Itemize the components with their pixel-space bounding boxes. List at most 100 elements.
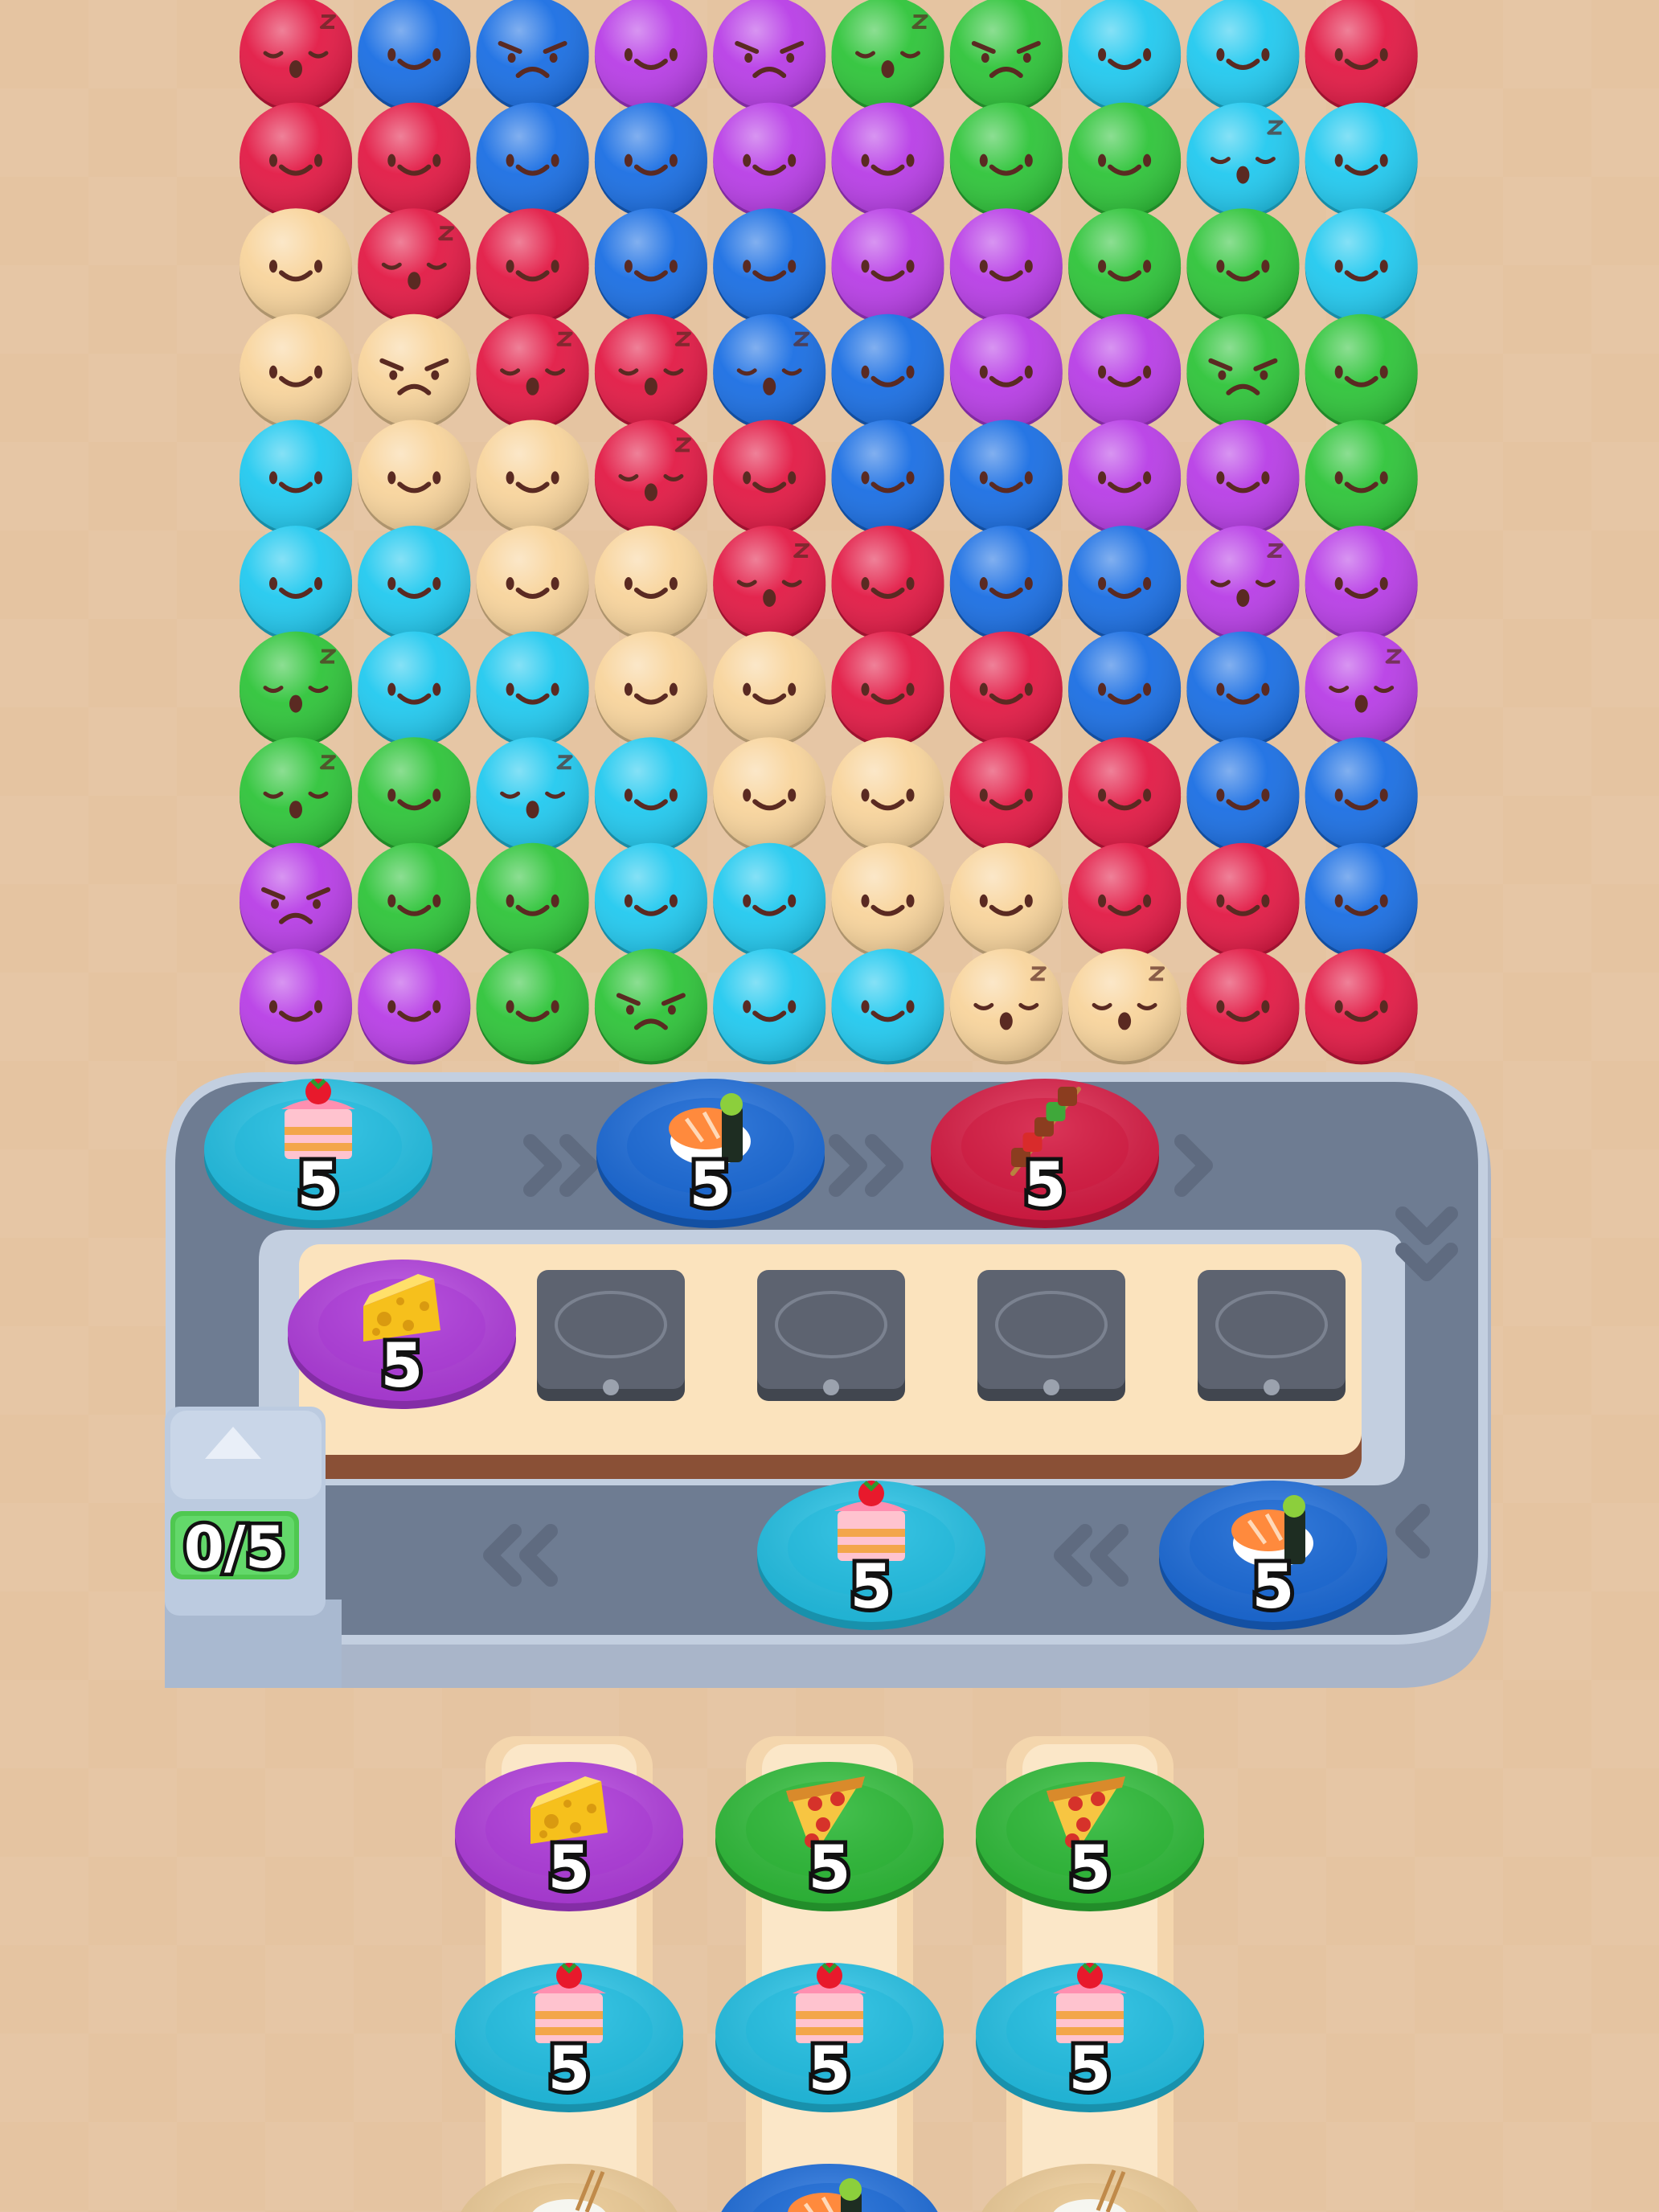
queue-plate-1-1[interactable]: 5 xyxy=(455,1762,683,1911)
ball-yellow-smile[interactable] xyxy=(240,313,352,430)
ball-green-smile[interactable] xyxy=(358,842,471,959)
ball-red-smile[interactable] xyxy=(476,208,589,325)
ball-red-smile[interactable] xyxy=(831,526,944,641)
ball-blue-smile[interactable] xyxy=(358,0,471,113)
ball-blue-smile[interactable] xyxy=(949,526,1063,641)
ball-purple-smile[interactable] xyxy=(594,0,707,113)
ball-blue-smile[interactable] xyxy=(1305,737,1418,854)
tray-plate-1[interactable]: 5 xyxy=(288,1260,516,1409)
ball-cyan-sleepy[interactable] xyxy=(476,737,589,854)
ball-red-smile[interactable] xyxy=(1186,842,1300,959)
ball-red-smile[interactable] xyxy=(1305,0,1418,113)
ball-blue-smile[interactable] xyxy=(594,208,707,325)
ball-red-sleepy[interactable] xyxy=(594,313,707,430)
ball-green-smile[interactable] xyxy=(949,102,1063,219)
ball-red-sleepy[interactable] xyxy=(358,208,471,325)
queue-plate-2-2[interactable]: 5 xyxy=(715,1963,944,2112)
ball-red-smile[interactable] xyxy=(713,420,826,536)
ball-green-sleepy[interactable] xyxy=(240,737,352,854)
empty-slot[interactable] xyxy=(757,1270,905,1401)
ball-purple-smile[interactable] xyxy=(240,948,352,1065)
ball-purple-smile[interactable] xyxy=(713,102,826,219)
ball-purple-smile[interactable] xyxy=(1305,526,1418,641)
ball-cyan-smile[interactable] xyxy=(358,526,471,641)
ball-blue-smile[interactable] xyxy=(831,313,944,430)
ball-purple-smile[interactable] xyxy=(1068,420,1182,536)
queue-plate-1-2[interactable]: 5 xyxy=(455,1963,683,2112)
ball-red-sleepy[interactable] xyxy=(594,420,707,536)
ball-purple-smile[interactable] xyxy=(1068,313,1182,430)
ball-red-sleepy[interactable] xyxy=(240,0,352,113)
ball-red-smile[interactable] xyxy=(1068,737,1182,854)
ball-cyan-sleepy[interactable] xyxy=(1186,102,1300,219)
ball-red-sleepy[interactable] xyxy=(476,313,589,430)
ball-yellow-smile[interactable] xyxy=(594,631,707,748)
ball-blue-smile[interactable] xyxy=(476,102,589,219)
ball-purple-sleepy[interactable] xyxy=(1186,526,1300,641)
ball-green-smile[interactable] xyxy=(1068,208,1182,325)
ball-green-smile[interactable] xyxy=(1068,102,1182,219)
belt-plate-5[interactable]: 5 xyxy=(1159,1481,1387,1630)
ball-red-smile[interactable] xyxy=(1305,948,1418,1065)
ball-cyan-smile[interactable] xyxy=(594,842,707,959)
ball-yellow-smile[interactable] xyxy=(831,842,944,959)
ball-green-smile[interactable] xyxy=(476,948,589,1065)
ball-blue-smile[interactable] xyxy=(1068,631,1182,748)
ball-purple-smile[interactable] xyxy=(1186,420,1300,536)
ball-yellow-smile[interactable] xyxy=(476,420,589,536)
ball-yellow-sleepy[interactable] xyxy=(949,948,1063,1065)
ball-yellow-smile[interactable] xyxy=(476,526,589,641)
ball-blue-smile[interactable] xyxy=(1305,842,1418,959)
empty-slot[interactable] xyxy=(977,1270,1125,1401)
ball-blue-smile[interactable] xyxy=(1068,526,1182,641)
ball-green-angry[interactable] xyxy=(594,948,707,1065)
ball-green-smile[interactable] xyxy=(1305,313,1418,430)
ball-yellow-smile[interactable] xyxy=(358,420,471,536)
ball-cyan-smile[interactable] xyxy=(476,631,589,748)
ball-green-smile[interactable] xyxy=(358,737,471,854)
belt-plate-2[interactable]: 5 xyxy=(596,1079,825,1228)
ball-green-angry[interactable] xyxy=(949,0,1063,113)
queue-plate-3-1[interactable]: 5 xyxy=(976,1762,1204,1911)
ball-cyan-smile[interactable] xyxy=(713,948,826,1065)
ball-blue-smile[interactable] xyxy=(1186,631,1300,748)
ball-yellow-smile[interactable] xyxy=(594,526,707,641)
ball-red-sleepy[interactable] xyxy=(713,526,826,641)
queue-plate-2-1[interactable]: 5 xyxy=(715,1762,944,1911)
ball-red-smile[interactable] xyxy=(358,102,471,219)
ball-cyan-smile[interactable] xyxy=(1068,0,1182,113)
ball-cyan-smile[interactable] xyxy=(240,420,352,536)
ball-red-smile[interactable] xyxy=(240,102,352,219)
ball-blue-smile[interactable] xyxy=(831,420,944,536)
empty-slot[interactable] xyxy=(1198,1270,1346,1401)
ball-yellow-smile[interactable] xyxy=(713,737,826,854)
ball-red-smile[interactable] xyxy=(949,737,1063,854)
queue-plate-3-2[interactable]: 5 xyxy=(976,1963,1204,2112)
ball-purple-smile[interactable] xyxy=(949,208,1063,325)
ball-blue-angry[interactable] xyxy=(476,0,589,113)
ball-blue-smile[interactable] xyxy=(594,102,707,219)
ball-yellow-sleepy[interactable] xyxy=(1068,948,1182,1065)
ball-cyan-smile[interactable] xyxy=(240,526,352,641)
belt-plate-1[interactable]: 5 xyxy=(204,1079,432,1228)
ball-purple-smile[interactable] xyxy=(831,208,944,325)
ball-cyan-smile[interactable] xyxy=(831,948,944,1065)
ball-cyan-smile[interactable] xyxy=(594,737,707,854)
ball-yellow-smile[interactable] xyxy=(831,737,944,854)
ball-green-smile[interactable] xyxy=(1305,420,1418,536)
ball-green-smile[interactable] xyxy=(1186,208,1300,325)
ball-cyan-smile[interactable] xyxy=(1186,0,1300,113)
ball-yellow-angry[interactable] xyxy=(358,313,471,430)
ball-cyan-smile[interactable] xyxy=(1305,102,1418,219)
belt-plate-3[interactable]: 5 xyxy=(931,1079,1159,1228)
ball-blue-smile[interactable] xyxy=(949,420,1063,536)
ball-green-smile[interactable] xyxy=(476,842,589,959)
ball-yellow-smile[interactable] xyxy=(713,631,826,748)
ball-yellow-smile[interactable] xyxy=(240,208,352,325)
empty-slot[interactable] xyxy=(537,1270,685,1401)
ball-green-sleepy[interactable] xyxy=(831,0,944,113)
ball-green-angry[interactable] xyxy=(1186,313,1300,430)
ball-cyan-smile[interactable] xyxy=(358,631,471,748)
ball-blue-smile[interactable] xyxy=(1186,737,1300,854)
ball-red-smile[interactable] xyxy=(949,631,1063,748)
